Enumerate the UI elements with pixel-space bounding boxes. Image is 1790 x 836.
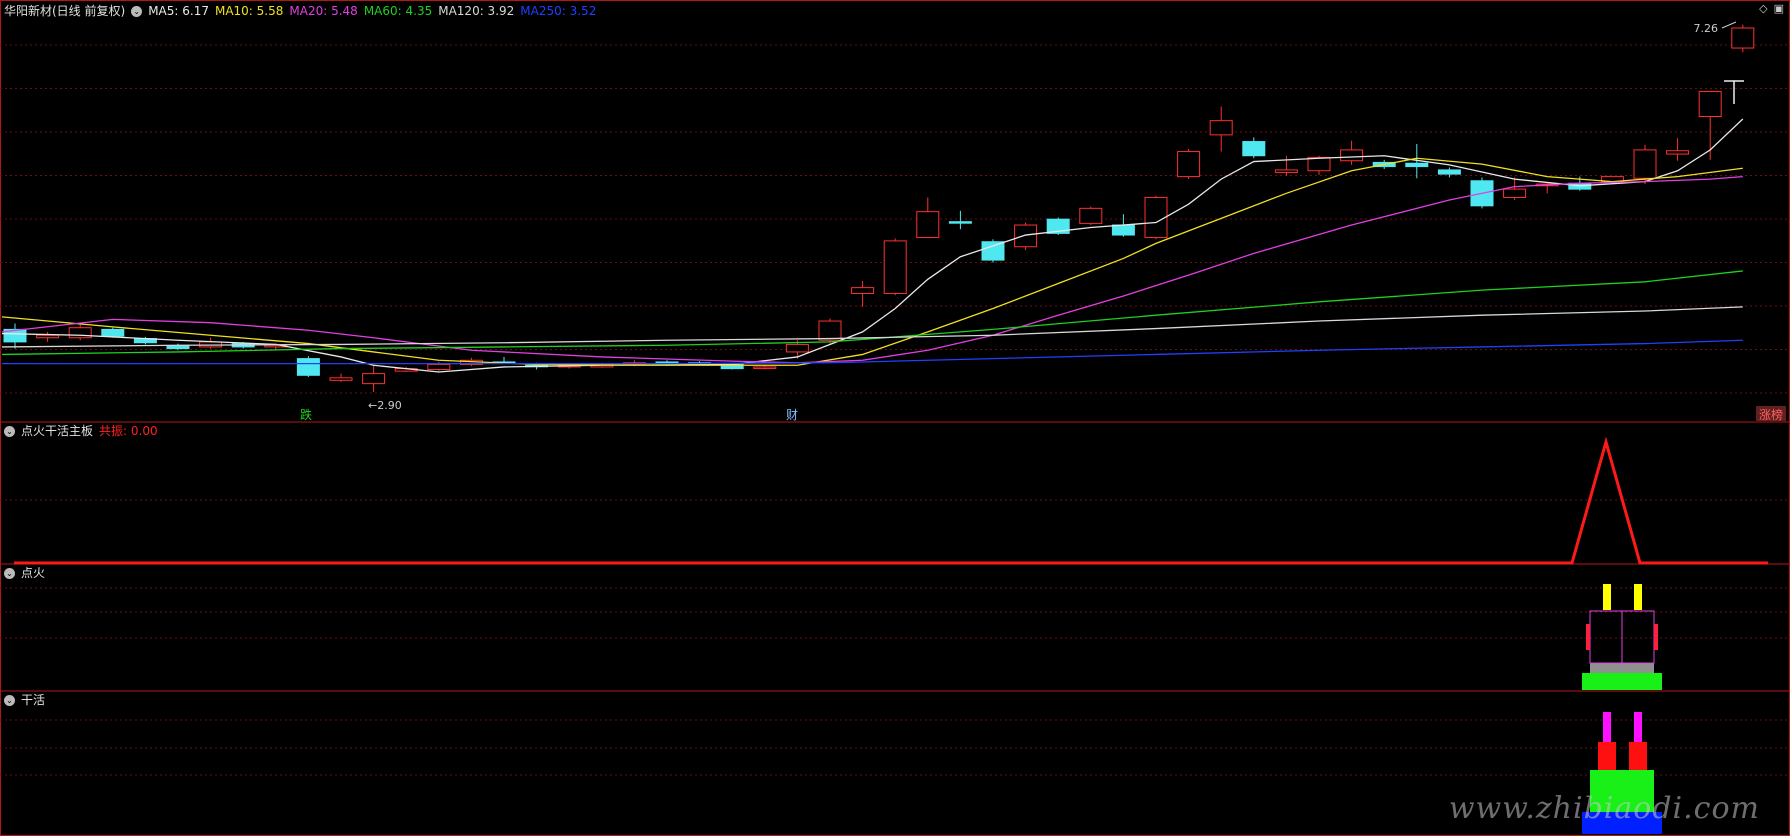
chart-canvas: 7.26 ←2.90 跌 财 涨榜 — [0, 0, 1790, 836]
candle — [3, 323, 27, 349]
candle-body — [1503, 188, 1527, 198]
candle-body — [101, 328, 125, 337]
candle — [68, 323, 92, 341]
panel3-header: ⌄ 干活 — [4, 691, 45, 709]
candle-body — [785, 343, 809, 353]
candle-body — [916, 211, 940, 239]
candle-body — [36, 334, 60, 339]
candle — [851, 280, 875, 307]
ma20-label: MA20: 5.48 — [289, 4, 358, 18]
candle — [1209, 106, 1233, 152]
candle — [1177, 149, 1201, 180]
low-price-label: ←2.90 — [368, 399, 402, 412]
candle — [1014, 222, 1038, 251]
candle-body — [1111, 224, 1135, 236]
outer-frame — [0, 0, 1790, 836]
watermark: www.zhibiaodi.com — [1448, 791, 1760, 826]
panel3-toggle-icon[interactable]: ⌄ — [4, 694, 15, 706]
candle — [1079, 206, 1103, 226]
work-magenta-bar — [1634, 712, 1642, 742]
candle-body — [1731, 27, 1755, 49]
marker-die: 跌 — [300, 407, 312, 422]
candle-body — [166, 345, 190, 350]
panel1-toggle-icon[interactable]: ⌄ — [4, 425, 15, 437]
candle-body — [1079, 207, 1103, 224]
candle — [36, 331, 60, 342]
candle — [948, 210, 972, 230]
candle-body — [1177, 151, 1201, 178]
ma60-label: MA60: 4.35 — [363, 4, 433, 18]
main-chart-header: 华阳新材(日线 前复权) ⌄ MA5: 6.17 MA10: 5.58 MA20… — [4, 2, 596, 20]
candle — [362, 365, 386, 392]
candle — [1666, 138, 1690, 161]
candle — [883, 238, 907, 296]
panel1-value: 共振: 0.00 — [99, 424, 158, 438]
candle — [1340, 140, 1364, 165]
candle-body — [1437, 169, 1461, 175]
work-red-bar — [1629, 742, 1647, 770]
high-price-label: 7.26 — [1694, 22, 1719, 35]
corner-controls: ◇ ▣ — [1759, 2, 1784, 15]
candle-body — [362, 373, 386, 385]
candle-body — [1274, 169, 1298, 173]
candle-body — [1633, 149, 1657, 179]
diamond-icon[interactable]: ◇ — [1759, 2, 1767, 15]
candle-body — [1014, 224, 1038, 248]
marker-cai: 财 — [786, 408, 798, 422]
candle-body — [818, 320, 842, 341]
panel2-header: ⌄ 点火 — [4, 564, 45, 582]
ignition-side-red — [1654, 624, 1658, 650]
candle-body — [427, 363, 451, 370]
panel1-title: 点火干活主板 — [21, 424, 94, 438]
panel1-header: ⌄ 点火干活主板 共振: 0.00 — [4, 422, 158, 440]
candle-body — [329, 377, 353, 381]
candle-body — [948, 221, 972, 224]
candle-body — [1698, 90, 1722, 117]
resonance-line — [14, 436, 1768, 565]
ignition-signal — [1582, 584, 1662, 690]
panel2-title: 点火 — [21, 566, 46, 580]
stock-name[interactable]: 华阳新材(日线 前复权) — [4, 2, 125, 20]
ma5-label: MA5: 6.17 — [148, 4, 209, 18]
ignition-gray-bar — [1590, 663, 1654, 673]
candle — [1274, 155, 1298, 176]
stock-chart-window: 7.26 ←2.90 跌 财 涨榜 华阳新材(日线 前复权) ⌄ MA5: 6.17 M… — [0, 0, 1790, 836]
candle — [1242, 137, 1266, 159]
candle — [329, 373, 353, 382]
ma60-line — [1, 270, 1743, 356]
candle — [1731, 24, 1755, 53]
work-magenta-bar — [1603, 712, 1611, 742]
panel2-toggle-icon[interactable]: ⌄ — [4, 567, 15, 579]
window-icon[interactable]: ▣ — [1774, 2, 1784, 15]
candle-body — [981, 241, 1005, 261]
candle-body — [753, 366, 777, 369]
candle — [818, 318, 842, 344]
panel3-title: 干活 — [21, 693, 46, 707]
candle-body — [1666, 150, 1690, 155]
candle-body — [1340, 149, 1364, 162]
settings-toggle-icon[interactable]: ⌄ — [131, 5, 143, 17]
candle-body — [296, 358, 320, 376]
ignition-yellow-bar — [1603, 584, 1611, 610]
candle-body — [883, 240, 907, 294]
candle-body — [1209, 120, 1233, 136]
ma10-label: MA10: 5.58 — [214, 4, 284, 18]
candle-body — [1242, 141, 1266, 157]
candle-body — [1307, 156, 1331, 172]
candle-body — [1405, 162, 1429, 168]
candle — [199, 337, 223, 349]
ma5-line — [1, 118, 1744, 373]
candle-body — [851, 287, 875, 294]
ignition-base-bar — [1582, 673, 1662, 690]
ma120-label: MA120: 3.92 — [438, 4, 515, 18]
candle — [296, 356, 320, 377]
work-red-bar — [1598, 742, 1616, 770]
ignition-yellow-bar — [1634, 584, 1642, 610]
ignition-side-red — [1586, 624, 1590, 650]
candle — [916, 197, 940, 239]
ma250-label: MA250: 3.52 — [520, 4, 597, 18]
high-price-pointer — [1721, 21, 1737, 29]
candlestick-series — [3, 24, 1755, 392]
marker-zhangbang: 涨榜 — [1759, 407, 1783, 422]
